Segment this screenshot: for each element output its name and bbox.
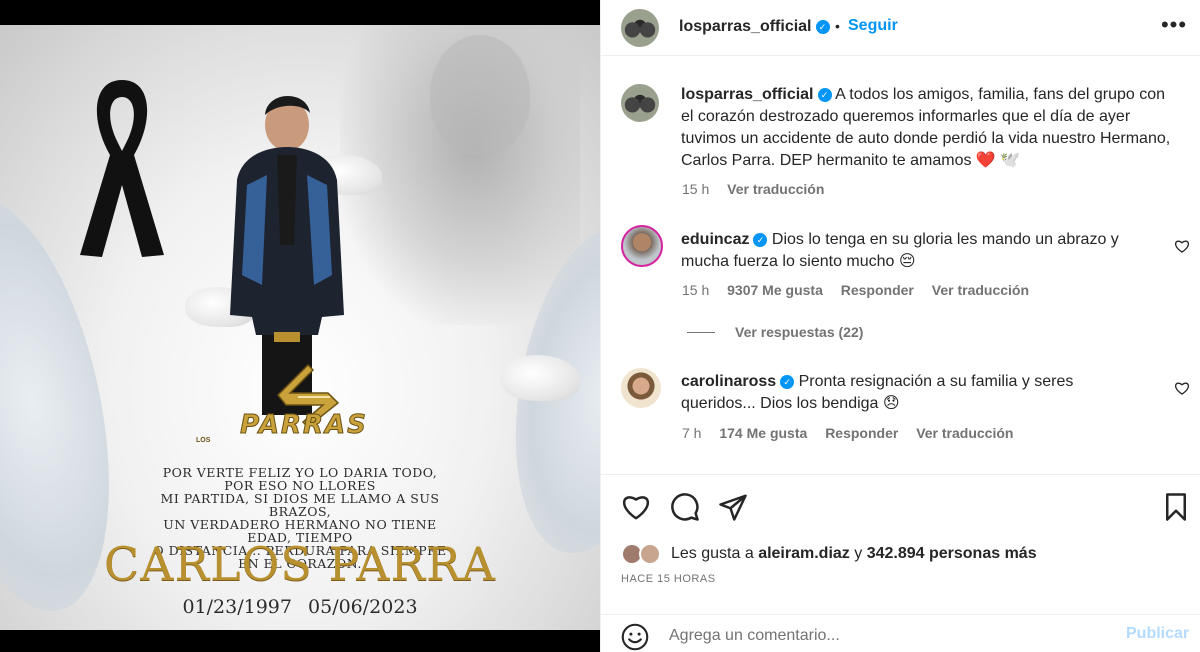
avatar[interactable] [621,84,659,122]
verified-badge-icon: ✓ [815,20,830,34]
reply-button[interactable]: Responder [825,425,898,441]
view-replies-button[interactable]: Ver respuestas (22) [687,324,863,340]
memorial-dates: 01/23/1997 05/06/2023 [182,596,418,618]
translate-link[interactable]: Ver traducción [932,282,1029,298]
avatar[interactable] [621,368,661,408]
liker-username[interactable]: aleiram.diaz [758,545,850,562]
translate-link[interactable]: Ver traducción [916,425,1013,441]
likes-prefix: Les gusta a [671,545,754,562]
publish-button[interactable]: Publicar [1126,625,1189,643]
comment: eduincaz ✓ Dios lo tenga en su gloria les… [681,229,1151,273]
header-username[interactable]: losparras_official ✓ [679,18,830,36]
verified-badge-icon: ✓ [753,233,768,247]
comment-composer: Publicar [601,614,1200,652]
comment-meta: 7 h 174 Me gusta Responder Ver traducció… [682,425,1027,441]
epitaph-line: MI PARTIDA, SI DIOS ME LLAMO A SUS BRAZO… [160,491,440,519]
follow-button[interactable]: Seguir [848,17,898,35]
verified-badge-icon: ✓ [817,88,832,102]
memorial-poster: LOS PARRAS POR VERTE FELIZ YO LO DARIA T… [0,25,600,630]
comment-username[interactable]: eduincaz [681,231,749,248]
memorial-name: CARLOS PARRA [104,537,496,591]
like-heart-icon[interactable] [621,492,651,522]
caption-username[interactable]: losparras_official [681,86,814,103]
share-send-icon[interactable] [718,492,748,522]
post-side-panel: losparras_official ✓ • Seguir ••• losparr… [600,0,1200,652]
liker-avatar[interactable] [639,543,661,565]
caption-time[interactable]: 15 h [682,181,709,197]
dove-icon [500,355,580,401]
avatar[interactable] [621,225,663,267]
replies-divider [687,332,715,333]
caption-meta: 15 h Ver traducción [682,181,838,197]
comment-meta: 15 h 9307 Me gusta Responder Ver traducc… [682,282,1043,298]
logo-text: PARRAS [240,410,368,441]
view-replies-label[interactable]: Ver respuestas (22) [735,324,863,340]
avatar[interactable] [621,9,659,47]
post-media: LOS PARRAS POR VERTE FELIZ YO LO DARIA T… [0,0,600,652]
verified-badge-icon: ✓ [780,375,795,389]
more-options-icon[interactable]: ••• [1159,10,1189,40]
comment: carolinaross ✓ Pronta resignación a su fa… [681,371,1151,415]
actions-divider [601,474,1200,475]
likes-connector: y [854,545,863,562]
save-bookmark-icon[interactable] [1161,492,1191,522]
reply-button[interactable]: Responder [841,282,914,298]
like-comment-heart-icon[interactable] [1174,238,1190,254]
separator-dot: • [835,18,840,34]
comment-input[interactable] [669,624,1109,648]
comment-time[interactable]: 7 h [682,425,701,441]
comment-likes[interactable]: 9307 Me gusta [727,282,823,298]
username-text[interactable]: losparras_official [679,18,812,35]
comment-username[interactable]: carolinaross [681,373,776,390]
post-time-ago[interactable]: HACE 15 HORAS [621,573,716,585]
comment-bubble-icon[interactable] [670,492,700,522]
like-comment-heart-icon[interactable] [1174,380,1190,396]
emoji-picker-icon[interactable] [621,623,649,651]
caption: losparras_official ✓ A todos los amigos, … [681,84,1181,172]
likes-text: Les gusta a aleiram.diaz y 342.894 perso… [671,545,1037,563]
likes-count[interactable]: 342.894 personas más [867,545,1037,562]
translate-link[interactable]: Ver traducción [727,181,824,197]
post-header: losparras_official ✓ • Seguir ••• [601,0,1200,56]
mourning-ribbon-icon [80,80,164,257]
comment-time[interactable]: 15 h [682,282,709,298]
ghost-portrait-head [430,35,530,155]
comment-likes[interactable]: 174 Me gusta [719,425,807,441]
